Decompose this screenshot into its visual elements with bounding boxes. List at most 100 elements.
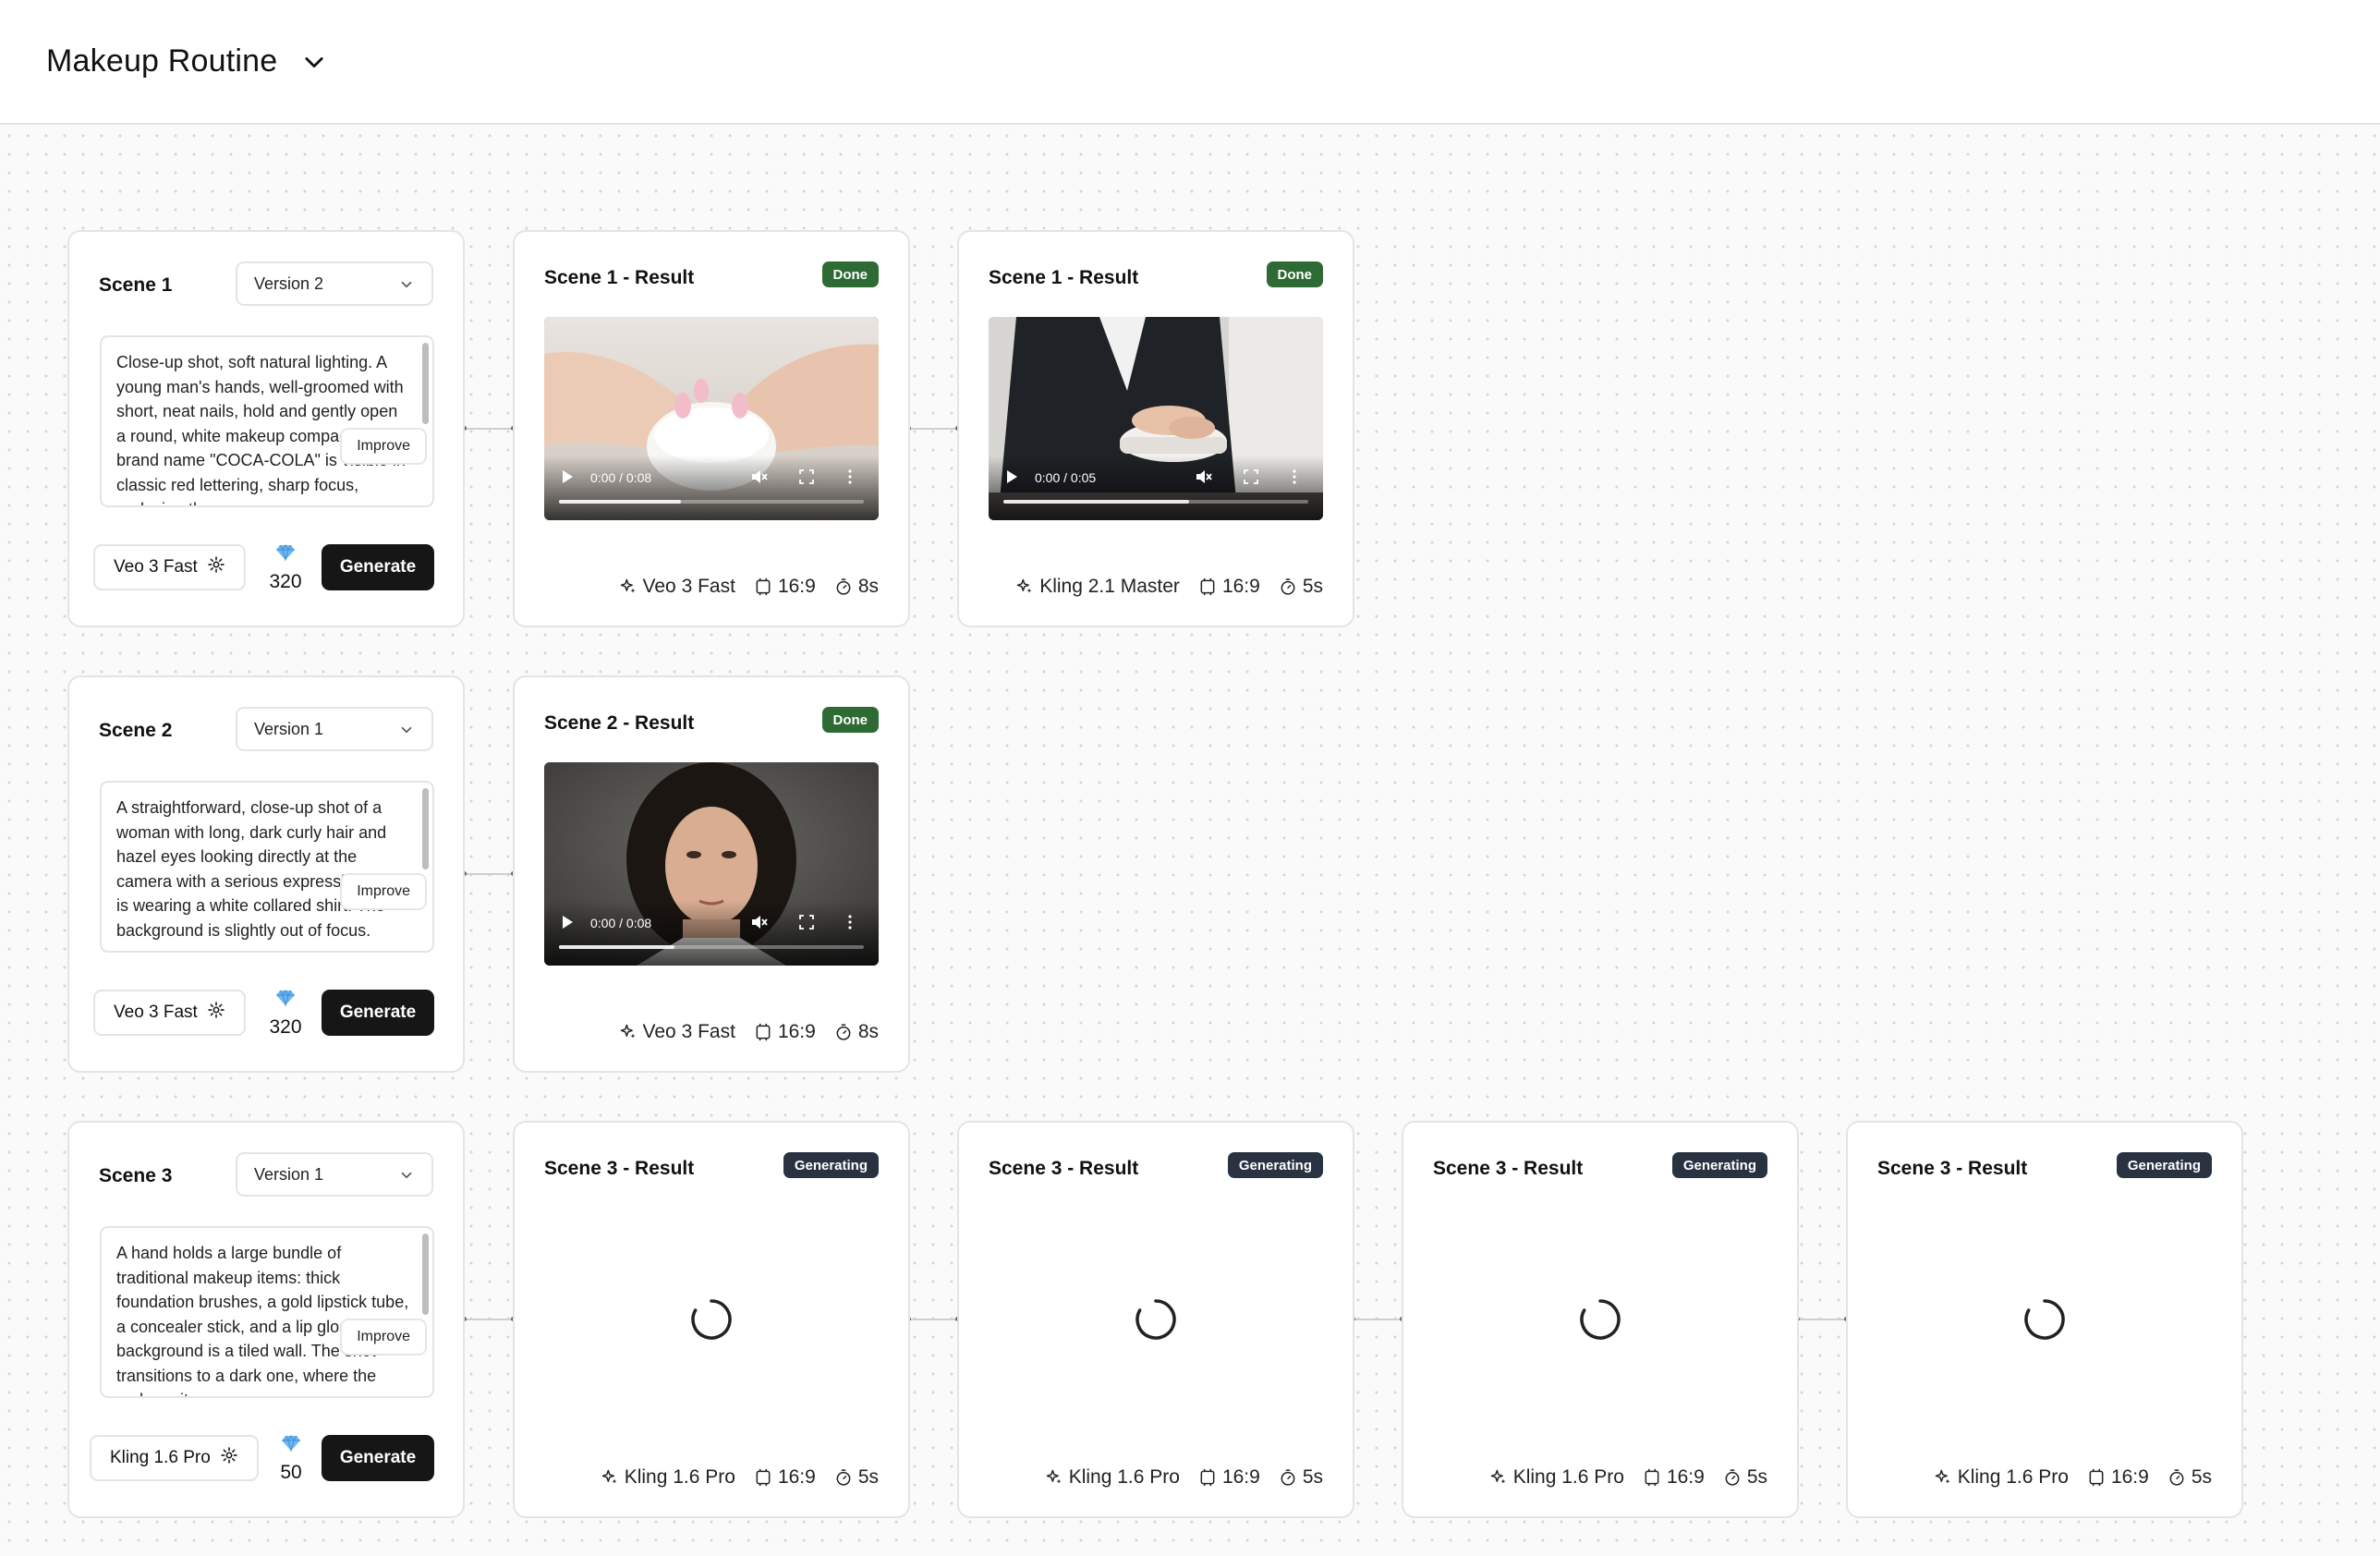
- loading-spinner-icon: [1134, 1297, 1178, 1346]
- chevron-down-icon: [398, 276, 415, 298]
- prompt-textarea[interactable]: Close-up shot, soft natural lighting. A …: [100, 335, 434, 507]
- connector-line: [462, 871, 516, 876]
- result-meta: Veo 3 Fast 16:9 8s: [619, 576, 879, 598]
- aspect-ratio-icon: [756, 577, 771, 596]
- sparkle-icon: [601, 1469, 617, 1484]
- generate-button[interactable]: Generate: [322, 990, 434, 1036]
- meta-duration: 5s: [2168, 1466, 2212, 1489]
- video-progress[interactable]: [559, 500, 864, 504]
- meta-duration: 8s: [834, 576, 879, 598]
- project-title: Makeup Routine: [46, 43, 278, 79]
- meta-model: Veo 3 Fast: [619, 1021, 735, 1043]
- generate-button[interactable]: Generate: [322, 544, 434, 590]
- video-player[interactable]: 0:00 / 0:08: [544, 317, 879, 520]
- video-progress[interactable]: [1003, 500, 1308, 504]
- meta-ratio-label: 16:9: [1221, 1466, 1260, 1488]
- mute-icon[interactable]: [751, 469, 768, 489]
- mute-icon[interactable]: [1196, 469, 1212, 489]
- gear-icon: [207, 555, 225, 579]
- status-badge: Generating: [1671, 1152, 1767, 1178]
- more-icon[interactable]: [847, 915, 853, 934]
- connector-line: [906, 426, 960, 431]
- prompt-textarea[interactable]: A hand holds a large bundle of tradition…: [100, 1226, 434, 1398]
- project-menu-chevron-icon[interactable]: [301, 47, 331, 77]
- aspect-ratio-icon: [1645, 1468, 1659, 1487]
- fullscreen-icon[interactable]: [799, 469, 814, 489]
- meta-duration-label: 5s: [1302, 576, 1323, 597]
- meta-model: Kling 2.1 Master: [1015, 576, 1180, 598]
- meta-ratio: 16:9: [1198, 1466, 1260, 1489]
- timer-icon: [1281, 1469, 1295, 1486]
- video-controls: 0:00 / 0:08: [544, 456, 879, 520]
- video-player[interactable]: 0:00 / 0:05: [989, 317, 1323, 520]
- video-player[interactable]: 0:00 / 0:08: [544, 762, 879, 966]
- version-select-value: Version 1: [254, 719, 324, 738]
- credits-cost: 320: [258, 544, 313, 593]
- result-meta: Kling 1.6 Pro 16:9 5s: [1489, 1466, 1767, 1489]
- status-badge: Done: [821, 261, 879, 287]
- meta-ratio: 16:9: [1198, 576, 1260, 598]
- video-progress[interactable]: [559, 945, 864, 949]
- timer-icon: [1281, 578, 1295, 595]
- timer-icon: [2169, 1469, 2184, 1486]
- aspect-ratio-icon: [756, 1023, 771, 1041]
- meta-ratio: 16:9: [754, 1021, 816, 1043]
- model-settings-button[interactable]: Veo 3 Fast: [93, 544, 246, 590]
- play-icon[interactable]: [561, 915, 574, 934]
- credits-value: 320: [269, 571, 302, 592]
- result-card: Scene 3 - Result Generating Kling 1.6 Pr…: [957, 1121, 1354, 1518]
- prompt-scrollbar[interactable]: [422, 788, 429, 869]
- play-icon[interactable]: [1005, 469, 1018, 489]
- prompt-textarea[interactable]: A straightforward, close-up shot of a wo…: [100, 781, 434, 953]
- improve-button[interactable]: Improve: [340, 1319, 427, 1355]
- model-label: Veo 3 Fast: [114, 557, 198, 577]
- status-badge: Generating: [2116, 1152, 2212, 1178]
- play-icon[interactable]: [561, 469, 574, 489]
- meta-model: Veo 3 Fast: [619, 576, 735, 598]
- workflow-canvas[interactable]: Scene 1 Version 2 Close-up shot, soft na…: [0, 127, 2380, 1556]
- timer-icon: [836, 578, 851, 595]
- improve-button[interactable]: Improve: [340, 873, 427, 910]
- mute-icon[interactable]: [751, 915, 768, 934]
- result-card: Scene 2 - Result Done 0:00 / 0:08 Veo 3 …: [513, 675, 910, 1073]
- result-title: Scene 3 - Result: [1433, 1158, 1584, 1179]
- improve-button[interactable]: Improve: [340, 428, 427, 465]
- result-card: Scene 3 - Result Generating Kling 1.6 Pr…: [1402, 1121, 1799, 1518]
- meta-model: Kling 1.6 Pro: [601, 1466, 735, 1489]
- meta-duration-label: 5s: [1746, 1466, 1767, 1488]
- chevron-down-icon: [398, 722, 415, 743]
- timer-icon: [836, 1469, 851, 1486]
- meta-model-label: Kling 2.1 Master: [1039, 576, 1180, 597]
- prompt-scrollbar[interactable]: [422, 343, 429, 424]
- scene-card-1: Scene 1 Version 2 Close-up shot, soft na…: [67, 230, 465, 627]
- more-icon[interactable]: [847, 469, 853, 489]
- result-meta: Kling 1.6 Pro 16:9 5s: [1934, 1466, 2212, 1489]
- generate-button[interactable]: Generate: [322, 1435, 434, 1481]
- meta-duration: 5s: [1279, 1466, 1323, 1489]
- prompt-scrollbar[interactable]: [422, 1234, 429, 1315]
- fullscreen-icon[interactable]: [1244, 469, 1258, 489]
- loading-spinner-icon: [1578, 1297, 1622, 1346]
- model-settings-button[interactable]: Kling 1.6 Pro: [90, 1435, 259, 1481]
- aspect-ratio-icon: [2089, 1468, 2104, 1487]
- meta-ratio-label: 16:9: [777, 576, 816, 597]
- gem-icon: [258, 544, 313, 565]
- sparkle-icon: [1016, 578, 1032, 593]
- sparkle-icon: [1046, 1469, 1062, 1484]
- version-select[interactable]: Version 1: [236, 707, 433, 751]
- credits-cost: 50: [263, 1435, 319, 1484]
- video-time: 0:00 / 0:08: [590, 916, 652, 930]
- aspect-ratio-icon: [756, 1468, 771, 1487]
- meta-ratio: 16:9: [1643, 1466, 1705, 1489]
- prompt-text: A straightforward, close-up shot of a wo…: [116, 798, 403, 940]
- status-badge: Generating: [1227, 1152, 1323, 1178]
- video-controls: 0:00 / 0:08: [544, 901, 879, 966]
- version-select[interactable]: Version 1: [236, 1152, 433, 1197]
- status-badge: Done: [1266, 261, 1323, 287]
- fullscreen-icon[interactable]: [799, 915, 814, 934]
- more-icon[interactable]: [1292, 469, 1297, 489]
- version-select[interactable]: Version 2: [236, 261, 433, 306]
- sparkle-icon: [1935, 1469, 1950, 1484]
- model-settings-button[interactable]: Veo 3 Fast: [93, 990, 246, 1036]
- scene-card-2: Scene 2 Version 1 A straightforward, clo…: [67, 675, 465, 1073]
